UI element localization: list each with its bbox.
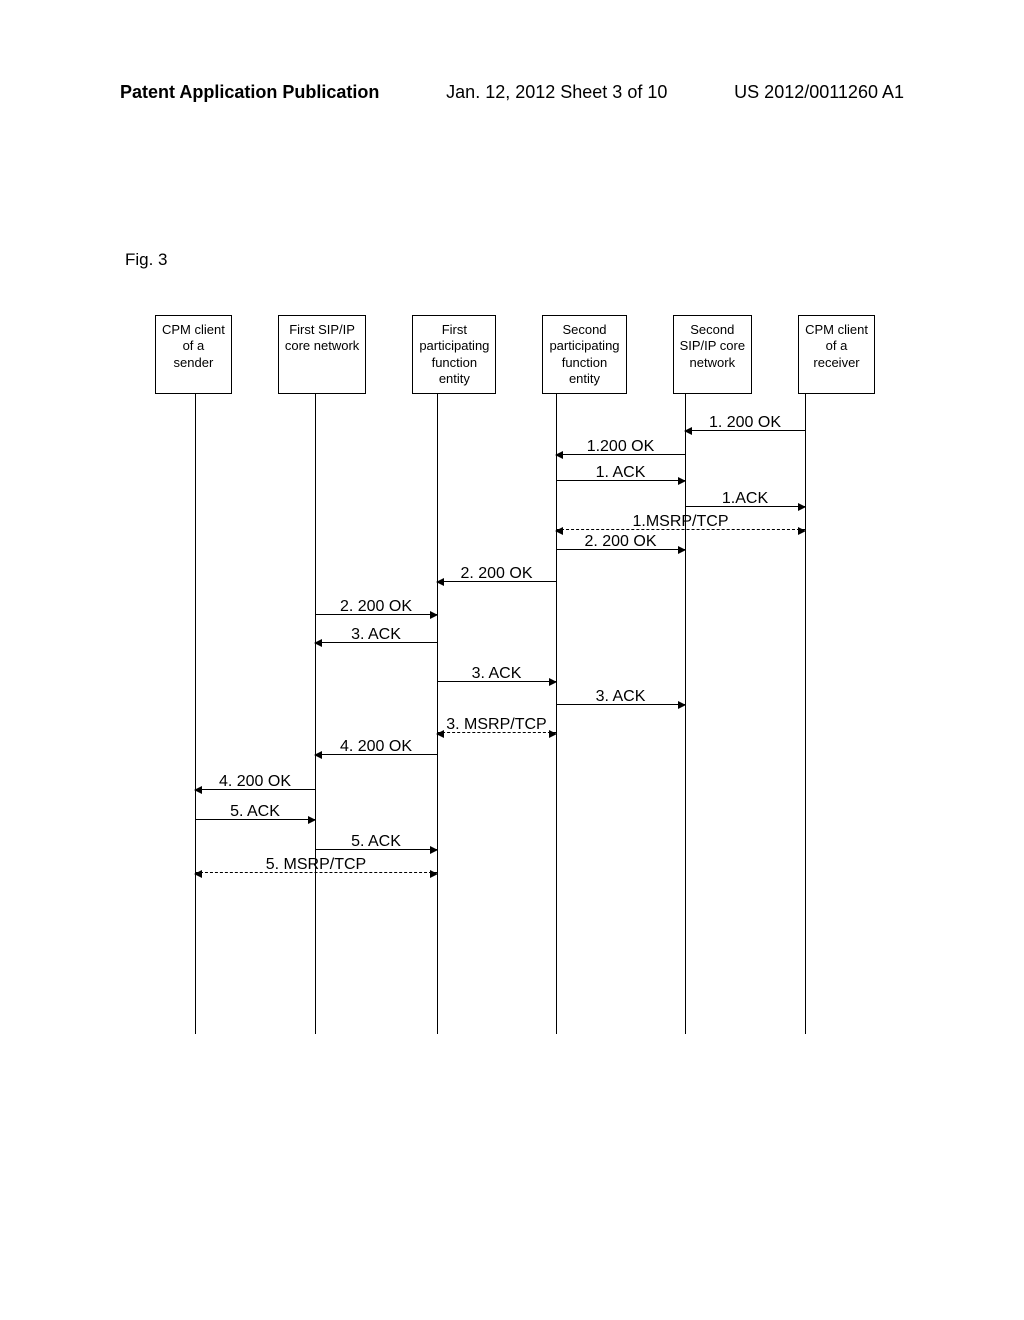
entity-label-line: receiver: [805, 355, 868, 371]
message-label: 1. ACK: [562, 464, 679, 482]
entity-row: CPM clientof asenderFirst SIP/IPcore net…: [155, 315, 875, 394]
message-label: 3. MSRP/TCP: [443, 716, 550, 734]
message-label: 5. ACK: [321, 833, 431, 851]
message-label: 5. ACK: [201, 803, 309, 821]
entity-box: First SIP/IPcore network: [278, 315, 366, 394]
message-label: 3. ACK: [443, 665, 550, 683]
message-label: 1.200 OK: [562, 438, 679, 456]
message-label: 2. 200 OK: [562, 533, 679, 551]
entity-label-line: entity: [549, 371, 619, 387]
lifeline: [195, 394, 196, 1034]
message-label: 1.ACK: [691, 490, 799, 508]
page-header: Patent Application Publication Jan. 12, …: [0, 82, 1024, 103]
message-label: 1. 200 OK: [691, 414, 799, 432]
lifeline: [685, 394, 686, 1034]
entity-label-line: CPM client: [805, 322, 868, 338]
lifeline: [315, 394, 316, 1034]
message-label: 3. ACK: [562, 688, 679, 706]
entity-label-line: CPM client: [162, 322, 225, 338]
entity-label-line: Second: [549, 322, 619, 338]
entity-label-line: Second: [680, 322, 746, 338]
message-label: 2. 200 OK: [321, 598, 431, 616]
entity-box: Firstparticipatingfunctionentity: [412, 315, 496, 394]
entity-label-line: participating: [549, 338, 619, 354]
entity-box: CPM clientof areceiver: [798, 315, 875, 394]
entity-label-line: of a: [162, 338, 225, 354]
entity-label-line: function: [419, 355, 489, 371]
message-label: 4. 200 OK: [321, 738, 431, 756]
sheet-info: Jan. 12, 2012 Sheet 3 of 10: [446, 82, 667, 103]
entity-label-line: entity: [419, 371, 489, 387]
lifelines-area: 1. 200 OK 1.200 OK 1. ACK 1.ACK 1.MSRP/TCP 2.…: [155, 394, 875, 1034]
entity-box: Secondparticipatingfunctionentity: [542, 315, 626, 394]
message-label: 3. ACK: [321, 626, 431, 644]
message-label: 2. 200 OK: [443, 565, 550, 583]
entity-label-line: participating: [419, 338, 489, 354]
sequence-diagram: CPM clientof asenderFirst SIP/IPcore net…: [155, 315, 875, 1034]
entity-label-line: First SIP/IP: [285, 322, 359, 338]
entity-label-line: First: [419, 322, 489, 338]
message-label: 1.MSRP/TCP: [562, 513, 799, 531]
lifeline: [556, 394, 557, 1034]
figure-label: Fig. 3: [125, 250, 168, 270]
entity-label-line: function: [549, 355, 619, 371]
pub-label: Patent Application Publication: [120, 82, 379, 103]
message-label: 4. 200 OK: [201, 773, 309, 791]
entity-label-line: SIP/IP core: [680, 338, 746, 354]
entity-label-line: network: [680, 355, 746, 371]
entity-box: SecondSIP/IP corenetwork: [673, 315, 753, 394]
entity-label-line: core network: [285, 338, 359, 354]
message-label: 5. MSRP/TCP: [201, 856, 431, 874]
entity-label-line: sender: [162, 355, 225, 371]
entity-label-line: of a: [805, 338, 868, 354]
lifeline: [805, 394, 806, 1034]
pub-number: US 2012/0011260 A1: [734, 82, 904, 103]
lifeline: [437, 394, 438, 1034]
entity-box: CPM clientof asender: [155, 315, 232, 394]
